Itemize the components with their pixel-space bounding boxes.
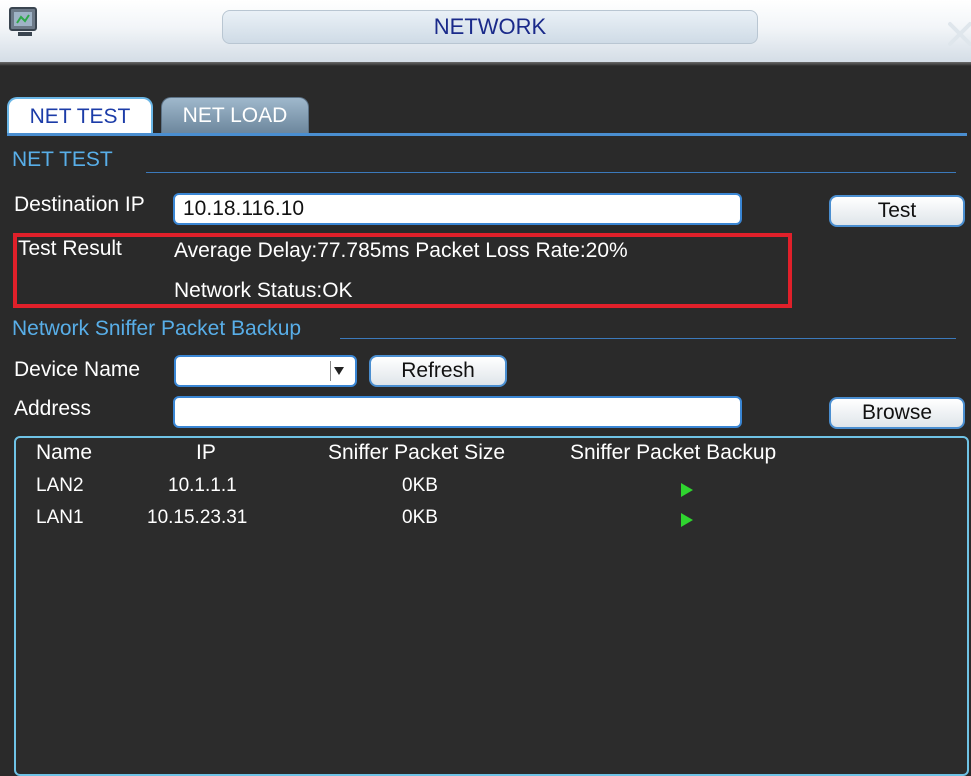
test-button[interactable]: Test [829, 195, 965, 227]
section-divider [146, 172, 956, 173]
row-ip: 10.1.1.1 [168, 475, 237, 496]
row-size: 0KB [402, 475, 438, 496]
test-result-label: Test Result [18, 237, 122, 260]
test-result-delay-loss: Average Delay:77.785ms Packet Loss Rate:… [174, 239, 628, 262]
monitor-icon [9, 7, 37, 36]
play-icon[interactable] [680, 483, 694, 497]
test-result-network-status: Network Status:OK [174, 279, 353, 302]
tab-net-test[interactable]: NET TEST [7, 97, 153, 133]
row-ip: 10.15.23.31 [147, 507, 248, 528]
browse-button[interactable]: Browse [829, 397, 965, 429]
sniffer-section-title: Network Sniffer Packet Backup [12, 317, 302, 340]
destination-ip-input[interactable]: 10.18.116.10 [173, 193, 742, 225]
column-header-size: Sniffer Packet Size [328, 441, 506, 464]
column-header-name: Name [36, 441, 93, 464]
sniffer-table[interactable] [14, 436, 969, 776]
row-name: LAN2 [36, 475, 84, 496]
row-size: 0KB [402, 507, 438, 528]
column-header-backup: Sniffer Packet Backup [570, 441, 777, 464]
net-test-section-title: NET TEST [12, 148, 113, 171]
close-icon[interactable] [944, 18, 971, 48]
address-label: Address [14, 397, 92, 420]
column-header-ip: IP [196, 441, 216, 464]
tab-net-load[interactable]: NET LOAD [161, 97, 309, 133]
row-name: LAN1 [36, 507, 84, 528]
window-title: NETWORK [433, 14, 547, 39]
destination-ip-label: Destination IP [14, 193, 145, 216]
refresh-button[interactable]: Refresh [369, 355, 507, 387]
section-divider [340, 338, 956, 339]
chevron-down-icon[interactable] [330, 361, 347, 381]
device-name-select[interactable] [174, 355, 357, 387]
address-input[interactable] [173, 396, 742, 428]
device-name-label: Device Name [14, 358, 141, 381]
title-bar-shadow [0, 62, 971, 66]
tab-divider [7, 133, 967, 136]
play-icon[interactable] [680, 513, 694, 527]
